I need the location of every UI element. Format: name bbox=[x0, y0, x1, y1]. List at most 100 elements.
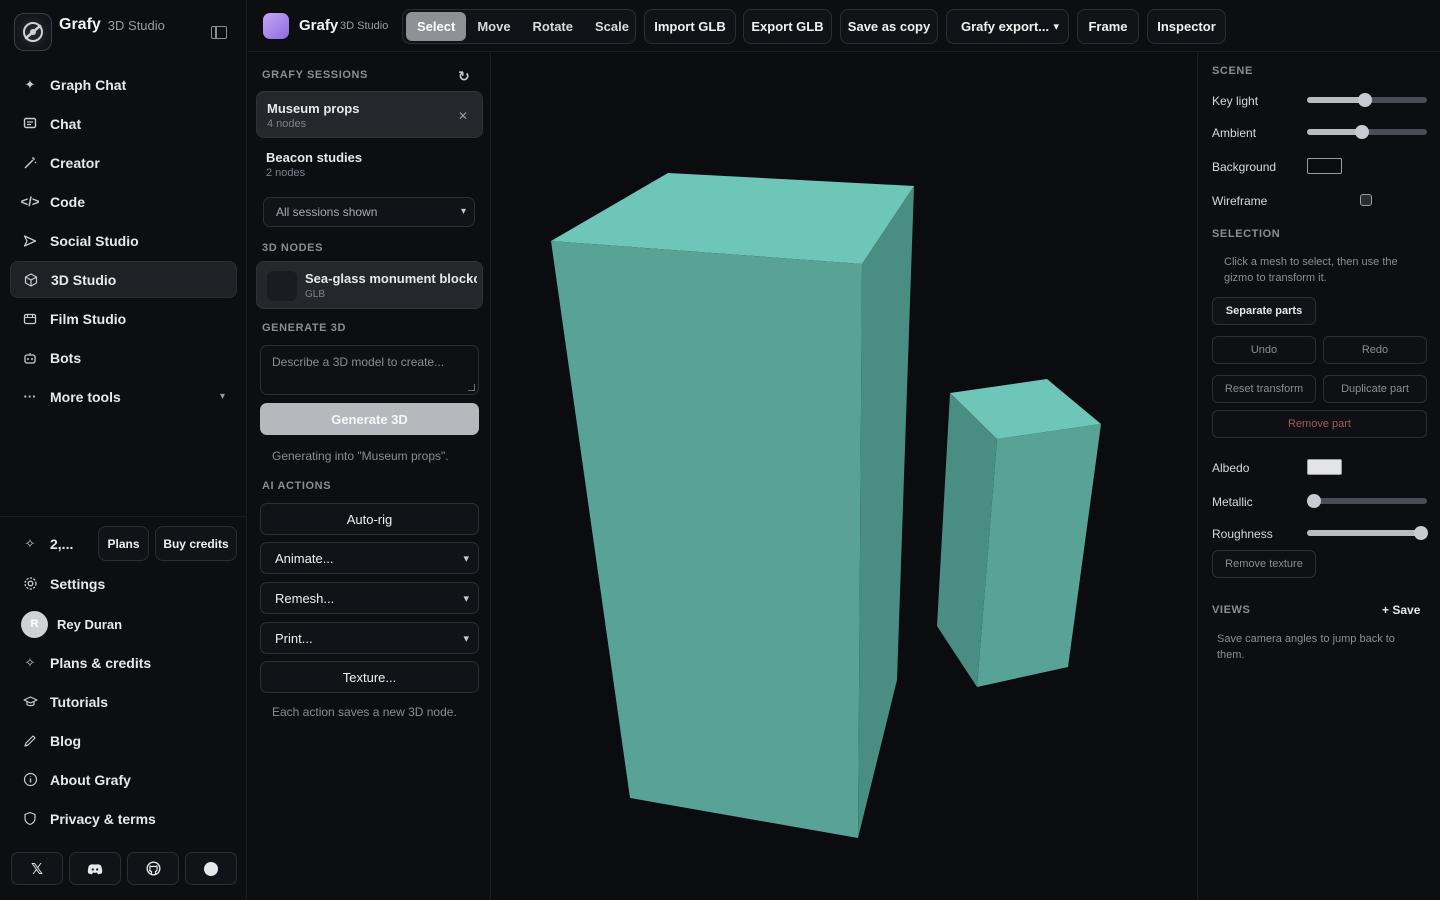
generate-3d-button[interactable]: Generate 3D bbox=[260, 403, 479, 435]
sidebar-item-chat[interactable]: Chat bbox=[10, 105, 237, 142]
redo-button[interactable]: Redo bbox=[1323, 336, 1427, 364]
close-icon[interactable]: ✕ bbox=[458, 109, 468, 123]
sidebar-item-label: About Grafy bbox=[50, 771, 131, 788]
mesh-tall-block[interactable] bbox=[551, 173, 914, 838]
slider-knob[interactable] bbox=[1355, 125, 1370, 139]
ambient-slider[interactable] bbox=[1307, 125, 1427, 139]
remove-texture-button[interactable]: Remove texture bbox=[1212, 550, 1316, 578]
session-name: Museum props bbox=[267, 101, 360, 116]
sidebar-item-label: More tools bbox=[50, 388, 121, 405]
remove-part-button[interactable]: Remove part bbox=[1212, 410, 1427, 438]
user-profile[interactable]: R Rey Duran bbox=[10, 604, 237, 644]
background-label: Background bbox=[1212, 160, 1277, 174]
save-view-button[interactable]: + Save bbox=[1382, 603, 1420, 617]
plans-button[interactable]: Plans bbox=[98, 526, 149, 561]
animate-label: Animate... bbox=[275, 551, 334, 566]
texture-button[interactable]: Texture... bbox=[260, 661, 479, 693]
resize-handle-icon[interactable] bbox=[468, 384, 475, 391]
send-icon bbox=[22, 233, 38, 249]
sidebar-item-tutorials[interactable]: Tutorials bbox=[10, 683, 237, 720]
scene-title: SCENE bbox=[1212, 65, 1253, 77]
slider-knob[interactable] bbox=[1414, 526, 1428, 540]
sidebar-item-more-tools[interactable]: ··· More tools ▾ bbox=[10, 378, 237, 415]
chevron-down-icon: ▾ bbox=[219, 391, 225, 402]
brand-subtitle: 3D Studio bbox=[107, 17, 165, 33]
sidebar-item-plans-credits[interactable]: ✧ Plans & credits bbox=[10, 644, 237, 681]
albedo-color-swatch[interactable] bbox=[1307, 459, 1342, 475]
sessions-filter-select[interactable]: All sessions shown ▾ bbox=[263, 197, 475, 227]
duplicate-part-button[interactable]: Duplicate part bbox=[1323, 375, 1427, 403]
undo-button[interactable]: Undo bbox=[1212, 336, 1316, 364]
sidebar-item-code[interactable]: </> Code bbox=[10, 183, 237, 220]
slider-knob[interactable] bbox=[1357, 93, 1372, 107]
roughness-slider[interactable] bbox=[1307, 526, 1428, 540]
mode-move-button[interactable]: Move bbox=[466, 12, 521, 41]
sidebar-item-label: Bots bbox=[50, 349, 82, 366]
inspector-button[interactable]: Inspector bbox=[1147, 9, 1226, 44]
node-meta: GLB bbox=[305, 289, 326, 300]
sidebar-collapse-icon[interactable] bbox=[211, 26, 227, 39]
sidebar-item-graph-chat[interactable]: ✦ Graph Chat bbox=[10, 66, 237, 103]
import-glb-button[interactable]: Import GLB bbox=[644, 9, 736, 44]
frame-button[interactable]: Frame bbox=[1077, 9, 1139, 44]
scene-canvas[interactable] bbox=[492, 52, 1196, 900]
actions-hint: Each action saves a new 3D node. bbox=[272, 705, 457, 719]
slider-fill bbox=[1307, 129, 1363, 135]
mode-scale-button[interactable]: Scale bbox=[584, 12, 640, 41]
mode-select-button[interactable]: Select bbox=[406, 12, 467, 41]
views-help: Save camera angles to jump back to them. bbox=[1217, 633, 1395, 661]
grafy-export-select[interactable]: Grafy export... ▾ bbox=[946, 9, 1069, 44]
key-light-slider[interactable] bbox=[1307, 93, 1427, 107]
sidebar-item-blog[interactable]: Blog bbox=[10, 722, 237, 759]
metallic-label: Metallic bbox=[1212, 495, 1253, 509]
sidebar-item-settings[interactable]: Settings bbox=[10, 565, 237, 602]
sidebar-item-label: Blog bbox=[50, 732, 82, 749]
3d-viewport[interactable] bbox=[492, 52, 1196, 900]
mode-rotate-button[interactable]: Rotate bbox=[522, 12, 584, 41]
sidebar-item-label: Plans & credits bbox=[50, 654, 152, 671]
sidebar-item-privacy[interactable]: Privacy & terms bbox=[10, 800, 237, 837]
metallic-slider[interactable] bbox=[1307, 494, 1427, 508]
node-item[interactable]: Sea-glass monument blocko GLB bbox=[256, 261, 483, 309]
export-glb-button[interactable]: Export GLB bbox=[743, 9, 832, 44]
session-meta: 4 nodes bbox=[267, 118, 307, 130]
auto-rig-button[interactable]: Auto-rig bbox=[260, 503, 479, 535]
brand[interactable]: Grafy 3D Studio bbox=[14, 13, 165, 51]
sidebar-item-bots[interactable]: Bots bbox=[10, 339, 237, 376]
mesh-short-block[interactable] bbox=[937, 379, 1101, 687]
sidebar-item-creator[interactable]: Creator bbox=[10, 144, 237, 181]
sidebar-item-film-studio[interactable]: Film Studio bbox=[10, 300, 237, 337]
generating-hint: Generating into "Museum props". bbox=[272, 449, 449, 463]
session-item[interactable]: Beacon studies 2 nodes bbox=[256, 141, 483, 188]
chevron-down-icon: ▾ bbox=[1053, 21, 1059, 33]
reset-transform-button[interactable]: Reset transform bbox=[1212, 375, 1316, 403]
project-panel: GRAFY SESSIONS ↻ Museum props 4 nodes ✕ … bbox=[248, 52, 491, 900]
generate-prompt-input[interactable]: Describe a 3D model to create... bbox=[260, 345, 479, 395]
github-icon[interactable] bbox=[127, 852, 179, 885]
remesh-select[interactable]: Remesh... ▾ bbox=[260, 582, 479, 614]
x-icon[interactable]: 𝕏 bbox=[11, 852, 63, 885]
chevron-down-icon: ▾ bbox=[463, 593, 469, 605]
animate-select[interactable]: Animate... ▾ bbox=[260, 542, 479, 574]
discord-icon[interactable] bbox=[69, 852, 121, 885]
transform-mode-group: Select Move Rotate Scale bbox=[402, 9, 636, 44]
session-meta: 2 nodes bbox=[266, 167, 306, 179]
sidebar-item-3d-studio[interactable]: 3D Studio bbox=[10, 261, 237, 298]
session-item[interactable]: Museum props 4 nodes ✕ bbox=[256, 91, 483, 138]
slider-fill bbox=[1307, 530, 1421, 536]
sidebar-item-social-studio[interactable]: Social Studio bbox=[10, 222, 237, 259]
save-as-copy-button[interactable]: Save as copy bbox=[840, 9, 938, 44]
background-color-swatch[interactable] bbox=[1307, 158, 1342, 174]
refresh-icon[interactable]: ↻ bbox=[458, 68, 470, 85]
separate-parts-button[interactable]: Separate parts bbox=[1212, 297, 1316, 325]
circle-icon[interactable] bbox=[185, 852, 237, 885]
sidebar-item-about[interactable]: About Grafy bbox=[10, 761, 237, 798]
print-select[interactable]: Print... ▾ bbox=[260, 622, 479, 654]
generate-title: GENERATE 3D bbox=[262, 322, 347, 334]
wireframe-checkbox[interactable] bbox=[1360, 194, 1372, 206]
slider-knob[interactable] bbox=[1307, 494, 1321, 508]
ambient-label: Ambient bbox=[1212, 126, 1257, 140]
buy-credits-button[interactable]: Buy credits bbox=[155, 526, 237, 561]
print-label: Print... bbox=[275, 631, 313, 646]
credits-balance[interactable]: 2,... bbox=[50, 536, 73, 552]
